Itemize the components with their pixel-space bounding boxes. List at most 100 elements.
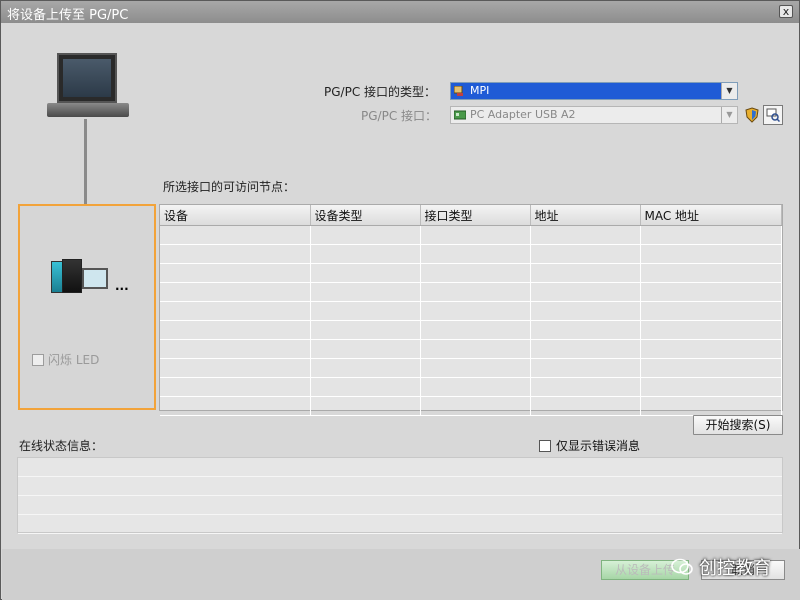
interface-value: PC Adapter USB A2: [470, 108, 576, 121]
online-status-area: [17, 457, 783, 534]
table-row[interactable]: [160, 301, 782, 321]
table-cell: [420, 377, 531, 397]
interface-select[interactable]: PC Adapter USB A2 ▼: [450, 106, 738, 124]
table-row[interactable]: [160, 282, 782, 302]
table-cell: [640, 339, 782, 359]
table-cell: [310, 339, 421, 359]
table-header-row: 设备 设备类型 接口类型 地址 MAC 地址: [160, 205, 782, 226]
column-header[interactable]: 接口类型: [420, 205, 531, 226]
table-cell: [420, 263, 531, 283]
table-cell: [160, 225, 311, 245]
table-cell: [420, 244, 531, 264]
errors-only-label: 仅显示错误消息: [556, 439, 641, 453]
interface-label: PG/PC 接口：: [361, 109, 438, 123]
table-cell: [310, 301, 421, 321]
interface-type-label: PG/PC 接口的类型：: [324, 85, 437, 99]
table-cell: [160, 320, 311, 340]
table-cell: [310, 225, 421, 245]
interface-type-select[interactable]: MPI ▼: [450, 82, 738, 100]
column-header[interactable]: 设备类型: [310, 205, 421, 226]
table-cell: [640, 396, 782, 416]
table-cell: [420, 396, 531, 416]
watermark-text: 创控教育: [699, 558, 771, 579]
table-cell: [640, 301, 782, 321]
table-cell: [530, 377, 641, 397]
table-cell: [640, 225, 782, 245]
table-cell: [160, 263, 311, 283]
shield-icon[interactable]: [743, 106, 761, 124]
table-cell: [420, 320, 531, 340]
close-icon[interactable]: x: [779, 5, 793, 18]
pc-adapter-icon: [454, 110, 466, 120]
column-header[interactable]: 设备: [160, 205, 311, 226]
chat-bubble-icon: [671, 558, 693, 575]
table-cell: [160, 282, 311, 302]
flash-led-option: 闪烁 LED: [32, 351, 99, 368]
table-row[interactable]: [160, 358, 782, 378]
table-cell: [310, 396, 421, 416]
table-cell: [420, 358, 531, 378]
table-cell: [160, 339, 311, 359]
table-row[interactable]: [160, 377, 782, 397]
table-cell: [310, 263, 421, 283]
errors-only-checkbox[interactable]: [539, 439, 551, 452]
table-cell: [530, 282, 641, 302]
table-row[interactable]: [160, 244, 782, 264]
mpi-icon: [454, 86, 463, 96]
table-cell: [530, 225, 641, 245]
table-cell: [420, 339, 531, 359]
table-cell: [530, 301, 641, 321]
table-cell: [160, 396, 311, 416]
table-cell: [530, 320, 641, 340]
chevron-down-icon[interactable]: ▼: [721, 83, 737, 99]
errors-only-option: 仅显示错误消息: [539, 437, 640, 454]
table-cell: [310, 358, 421, 378]
pg-pc-laptop-icon: [47, 53, 129, 121]
start-search-button[interactable]: 开始搜索(S): [693, 415, 783, 435]
plc-cpu-icon: [62, 259, 82, 293]
flash-led-checkbox[interactable]: [32, 353, 44, 366]
table-cell: [310, 320, 421, 340]
table-cell: [310, 244, 421, 264]
flash-led-label: 闪烁 LED: [48, 353, 100, 367]
table-cell: [310, 377, 421, 397]
table-cell: [640, 263, 782, 283]
column-header[interactable]: MAC 地址: [640, 205, 782, 226]
table-cell: [530, 244, 641, 264]
more-devices-icon: ...: [115, 279, 129, 293]
table-cell: [420, 301, 531, 321]
table-cell: [420, 225, 531, 245]
accessible-nodes-table: 设备 设备类型 接口类型 地址 MAC 地址: [159, 204, 783, 416]
table-cell: [640, 320, 782, 340]
table-cell: [640, 358, 782, 378]
table-cell: [160, 377, 311, 397]
title-bar: 将设备上传至 PG/PC x: [1, 1, 799, 23]
dialog-title: 将设备上传至 PG/PC: [7, 8, 129, 23]
table-cell: [530, 339, 641, 359]
accessible-nodes-label: 所选接口的可访问节点：: [163, 180, 296, 194]
chevron-down-icon[interactable]: ▼: [721, 107, 737, 123]
table-cell: [530, 263, 641, 283]
table-cell: [160, 301, 311, 321]
table-row[interactable]: [160, 396, 782, 416]
table-row[interactable]: [160, 225, 782, 245]
table-cell: [640, 377, 782, 397]
target-device-box: ... 闪烁 LED: [18, 204, 156, 410]
diagnostics-icon[interactable]: [763, 105, 783, 125]
table-row[interactable]: [160, 263, 782, 283]
table-row[interactable]: [160, 339, 782, 359]
upload-dialog: 将设备上传至 PG/PC x ... 闪烁 LED PG/PC 接口的类型： M…: [0, 0, 800, 600]
watermark: 创控教育: [671, 554, 771, 580]
online-status-label: 在线状态信息：: [19, 439, 104, 453]
table-row[interactable]: [160, 320, 782, 340]
table-cell: [160, 244, 311, 264]
column-header[interactable]: 地址: [530, 205, 641, 226]
table-cell: [640, 244, 782, 264]
table-cell: [420, 282, 531, 302]
hmi-icon: [82, 268, 108, 289]
table-cell: [640, 282, 782, 302]
table-cell: [160, 358, 311, 378]
table-cell: [310, 282, 421, 302]
table-cell: [530, 358, 641, 378]
interface-type-value: MPI: [470, 84, 490, 97]
